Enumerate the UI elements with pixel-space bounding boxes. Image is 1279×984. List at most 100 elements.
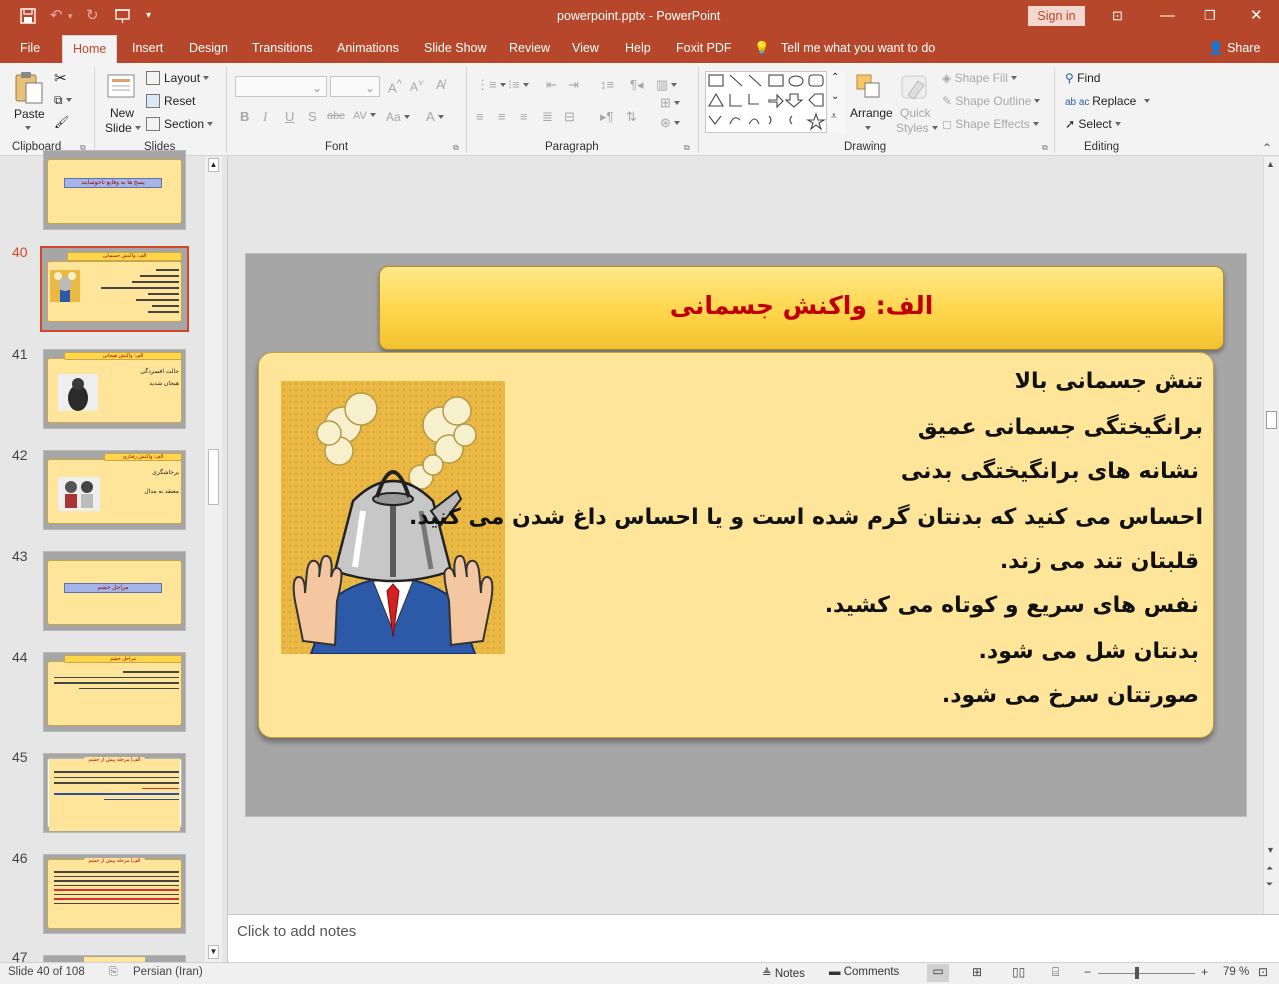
notes-placeholder[interactable]: Click to add notes [237, 923, 356, 940]
clear-formatting-icon[interactable]: A̸ [436, 77, 445, 92]
tab-home[interactable]: Home [62, 35, 118, 63]
undo-icon[interactable]: ↶ [50, 8, 63, 24]
reading-view-icon[interactable]: ▯▯ [1012, 965, 1025, 979]
tab-help[interactable]: Help [625, 41, 651, 55]
strikethrough-button[interactable]: abc [327, 110, 345, 122]
shape-fill-button[interactable]: ◈ Shape Fill [942, 71, 1017, 85]
distributed-icon[interactable]: ⊟ [564, 109, 575, 125]
notes-pane[interactable]: Click to add notes [228, 914, 1279, 962]
shapes-scroll[interactable]: ⌃ ⌄ ⩡ [826, 71, 845, 133]
slide-content-box[interactable]: تنش جسمانی بالا برانگیختگی جسمانی عمیق ن… [258, 352, 1214, 738]
scroll-up-icon[interactable]: ▲ [1266, 159, 1275, 169]
shape-effects-button[interactable]: ◻ Shape Effects [942, 117, 1039, 131]
tab-view[interactable]: View [572, 41, 599, 55]
scrollbar-thumb[interactable] [1266, 411, 1277, 429]
increase-indent-icon[interactable]: ⇥ [568, 77, 579, 93]
zoom-slider[interactable] [1098, 973, 1195, 974]
fit-to-window-icon[interactable]: ⊡ [1258, 965, 1268, 979]
zoom-out-icon[interactable]: − [1084, 965, 1091, 979]
undo-dropdown-icon[interactable]: ▾ [68, 8, 73, 24]
zoom-in-icon[interactable]: + [1201, 965, 1208, 979]
drawing-launcher-icon[interactable]: ⧉ [1042, 143, 1048, 153]
share-button[interactable]: 👤 Share [1208, 41, 1260, 56]
slide-thumbnail[interactable]: الف: واکنش رفتاری پرخاشگری معتقد به مدال [43, 450, 186, 530]
customize-toolbar-icon[interactable]: ▾ [146, 8, 151, 24]
paste-label[interactable]: Paste [14, 107, 45, 121]
save-icon[interactable] [20, 8, 36, 28]
font-color-button[interactable]: A [426, 109, 444, 124]
format-painter-icon[interactable]: 🖌 [54, 115, 69, 129]
arrange-icon[interactable] [855, 73, 885, 106]
replace-button[interactable]: ab ac Replace [1065, 94, 1151, 108]
slide-canvas[interactable]: الف: واکنش جسمانی تنش جسمانی بالا برانگی… [245, 253, 1247, 817]
increase-font-size-icon[interactable]: A^ [388, 78, 402, 95]
section-button[interactable]: Section [146, 117, 214, 131]
collapse-ribbon-icon[interactable]: ⌃ [1262, 141, 1272, 155]
bold-button[interactable]: B [240, 109, 249, 124]
new-slide-icon[interactable] [106, 71, 138, 106]
shape-outline-button[interactable]: ✎ Shape Outline [942, 94, 1041, 108]
columns-icon[interactable]: ▥ [656, 77, 678, 93]
minimize-icon[interactable]: — [1160, 8, 1175, 24]
normal-view-icon[interactable]: ▭ [927, 964, 949, 982]
slide-thumbnail[interactable] [43, 955, 186, 963]
sign-in-button[interactable]: Sign in [1028, 6, 1085, 26]
line-spacing-icon[interactable]: ↕≡ [600, 77, 614, 92]
scroll-up-icon[interactable]: ▲ [208, 158, 219, 172]
italic-button[interactable]: I [263, 109, 267, 125]
layout-button[interactable]: Layout [146, 71, 210, 85]
convert-to-smartart-icon[interactable]: ⊛ [660, 115, 680, 131]
present-from-start-icon[interactable] [114, 8, 132, 28]
notes-button[interactable]: ≜ Notes [762, 966, 805, 980]
tell-me-search[interactable]: Tell me what you want to do [781, 41, 935, 55]
restore-icon[interactable]: ❐ [1204, 8, 1216, 24]
zoom-slider-thumb[interactable] [1135, 967, 1139, 979]
shadow-button[interactable]: S [308, 109, 317, 124]
tab-slide-show[interactable]: Slide Show [424, 41, 487, 55]
ribbon-display-options-icon[interactable]: ⊡ [1112, 8, 1123, 24]
slide-thumbnail[interactable]: پسخ ها به وقایع ناخوشایند [43, 150, 186, 230]
rtl-icon[interactable]: ¶◂ [630, 77, 644, 93]
align-right-icon[interactable]: ≡ [520, 109, 528, 124]
tab-transitions[interactable]: Transitions [252, 41, 313, 55]
shapes-gallery[interactable] [705, 71, 845, 133]
slide-thumbnail[interactable]: مراحل خشم [43, 551, 186, 631]
justify-icon[interactable]: ≣ [542, 109, 553, 125]
change-case-button[interactable]: Aa [386, 110, 410, 124]
tab-file[interactable]: File [20, 41, 40, 55]
copy-icon[interactable]: ⧉ [54, 93, 72, 108]
font-launcher-icon[interactable]: ⧉ [453, 143, 459, 153]
font-family-select[interactable]: ⌄ [235, 76, 327, 97]
bullets-icon[interactable]: ⋮≡ [476, 77, 506, 93]
slide-thumbnail[interactable]: الف) مرحله پیش از خشم [43, 753, 186, 833]
decrease-font-size-icon[interactable]: A˅ [410, 78, 424, 94]
thumbnails-scrollbar[interactable]: ▲ ▼ [205, 157, 222, 962]
close-icon[interactable]: ✕ [1250, 8, 1263, 24]
slide-thumbnail[interactable]: الف: واکنش هیجانی حالت افسردگی هیجان شدی… [43, 349, 186, 429]
slide-title-box[interactable]: الف: واکنش جسمانی [379, 266, 1224, 350]
spell-check-icon[interactable]: ⎘ [109, 966, 118, 979]
find-button[interactable]: ⚲ Find [1065, 71, 1100, 85]
align-left-icon[interactable]: ≡ [476, 109, 484, 124]
tab-foxit-pdf[interactable]: Foxit PDF [676, 41, 732, 55]
ltr-icon[interactable]: ▸¶ [600, 109, 614, 125]
align-text-icon[interactable]: ⊞ [660, 95, 680, 111]
tab-insert[interactable]: Insert [132, 41, 163, 55]
comments-button[interactable]: ▬ Comments [829, 966, 899, 978]
new-slide-label-2[interactable]: Slide [105, 121, 141, 135]
quick-styles-label[interactable]: Quick [900, 106, 931, 120]
previous-slide-icon[interactable]: ⏶ [1266, 863, 1273, 874]
character-spacing-button[interactable]: AV [353, 110, 376, 122]
scrollbar-thumb[interactable] [208, 449, 219, 505]
numbering-icon[interactable]: ⁝≡ [508, 77, 529, 93]
quick-styles-icon[interactable] [900, 73, 932, 106]
language-indicator[interactable]: Persian (Iran) [133, 966, 203, 978]
text-direction-icon[interactable]: ⇅ [626, 109, 637, 125]
next-slide-icon[interactable]: ⏷ [1266, 879, 1273, 890]
tab-design[interactable]: Design [189, 41, 228, 55]
paste-dropdown-icon[interactable] [22, 121, 31, 135]
scroll-down-icon[interactable]: ▼ [208, 945, 219, 959]
arrange-dropdown-icon[interactable] [862, 121, 871, 135]
editor-scrollbar[interactable]: ▲ ▼ ⏶ ⏷ [1263, 157, 1279, 914]
cut-icon[interactable]: ✂ [54, 69, 67, 87]
